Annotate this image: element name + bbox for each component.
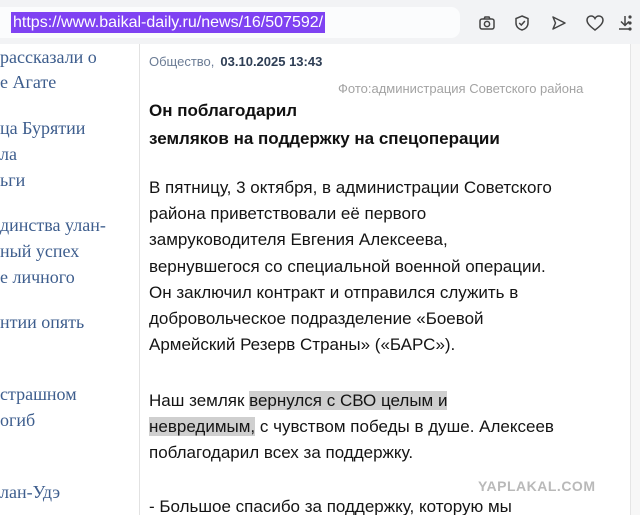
paragraph-line: невредимым, с чувством победы в душе. Ал… (149, 414, 627, 440)
more-vert-icon[interactable] (626, 14, 634, 32)
article-paragraph: В пятницу, 3 октября, в администрации Со… (149, 175, 627, 358)
paragraph-line: вернувшегося со специальной военной опер… (149, 256, 546, 276)
heart-icon[interactable] (584, 12, 606, 34)
sidebar-news-link[interactable]: ла (0, 144, 17, 165)
watermark: YAPLAKAL.COM (478, 478, 596, 494)
sidebar-news-link[interactable]: лан-Удэ (0, 482, 60, 503)
paragraph-line: В пятницу, 3 октября, в администрации Со… (149, 178, 552, 197)
paragraph-line: района приветствовали её первого (149, 204, 427, 224)
article-date: 03.10.2025 13:43 (220, 54, 323, 69)
paragraph-line: - Большое спасибо за поддержку, которую … (149, 497, 512, 515)
shield-check-icon[interactable] (511, 12, 533, 34)
paragraph-line: Наш земляк вернулся с СВО целым и (149, 388, 627, 414)
right-scroll-edge (630, 44, 640, 515)
sidebar-news-link[interactable]: ца Бурятии (0, 118, 85, 139)
text-run: с чувством победы в душе. Алексеев (255, 417, 554, 437)
paragraph-line: замруководителя Евгения Алексеева, (149, 230, 448, 250)
url-text[interactable]: https://www.baikal-daily.ru/news/16/5075… (11, 12, 326, 33)
sidebar-news-link[interactable]: е Агате (0, 72, 56, 93)
camera-icon[interactable] (476, 12, 498, 34)
sidebar-news-link[interactable]: страшном (0, 384, 77, 405)
article-paragraph: - Большое спасибо за поддержку, которую … (149, 494, 627, 515)
photo-credit: Фото:администрация Советского района (338, 81, 584, 96)
sidebar-news-link[interactable]: нтии опять (0, 312, 84, 333)
column-divider (139, 44, 140, 515)
sidebar-news-link[interactable]: ьги (0, 170, 25, 191)
selected-text: невредимым, (149, 417, 256, 437)
sidebar-news-list: рассказали о е Агате ца Бурятии ла ьги д… (0, 44, 128, 515)
text-run: Наш земляк (149, 391, 250, 410)
headline-line: Он поблагодарил (149, 101, 298, 120)
sidebar-news-link[interactable]: огиб (0, 410, 35, 431)
paragraph-line: добровольческое подразделение «Боевой (149, 309, 484, 329)
selected-text: вернулся с СВО целым и (249, 391, 448, 410)
paragraph-line: Он заключил контракт и отправился служит… (149, 282, 519, 302)
headline-line: земляков на поддержку на спецоперации (149, 129, 500, 148)
sidebar-news-link[interactable]: е личного (0, 267, 75, 288)
article-headline: Он поблагодарил земляков на поддержку на… (149, 97, 500, 153)
sidebar-news-link[interactable]: динства улан- (0, 215, 106, 236)
article-meta: Общество, 03.10.2025 13:43 (149, 54, 322, 69)
article-rubric[interactable]: Общество, (149, 54, 214, 69)
paragraph-line: поблагодарил всех за поддержку. (149, 443, 414, 463)
browser-toolbar: https://www.baikal-daily.ru/news/16/5075… (0, 0, 640, 44)
sidebar-news-link[interactable]: рассказали о (0, 47, 97, 68)
paragraph-line: Армейский Резерв Страны» («БАРС»). (149, 335, 456, 355)
article-paragraph: Наш земляк вернулся с СВО целым и невред… (149, 388, 627, 467)
send-icon[interactable] (548, 12, 570, 34)
sidebar-news-link[interactable]: ный успех (0, 241, 79, 262)
